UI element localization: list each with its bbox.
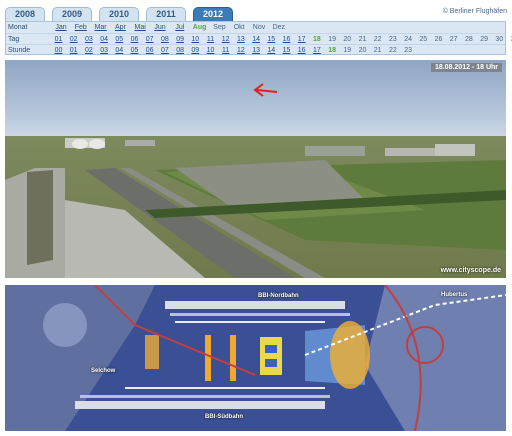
- hour-15[interactable]: 15: [279, 45, 294, 56]
- hour-23: 23: [404, 47, 412, 54]
- hour-06[interactable]: 06: [142, 45, 157, 56]
- label-south-runway: BBI-Südbahn: [205, 414, 243, 420]
- month-jul[interactable]: Jul: [170, 22, 190, 33]
- hour-16[interactable]: 16: [294, 45, 309, 56]
- webcam-credit: www.cityscope.de: [440, 267, 501, 274]
- hour-07[interactable]: 07: [157, 45, 172, 56]
- hour-17[interactable]: 17: [309, 45, 324, 56]
- tab-year-2008[interactable]: 2008: [5, 7, 45, 21]
- month-jan[interactable]: Jan: [51, 22, 71, 33]
- hour-20: 20: [358, 47, 367, 54]
- hour-01[interactable]: 01: [66, 45, 81, 56]
- date-selector-grid: Monat Jan Feb Mar Apr Mai Jun Jul Aug Sep Okt Nov D…: [5, 21, 512, 56]
- hour-10[interactable]: 10: [203, 45, 218, 56]
- month-feb[interactable]: Feb: [71, 22, 91, 33]
- tab-year-2010[interactable]: 2010: [99, 7, 139, 21]
- label-town-hubertus: Hubertus: [441, 292, 468, 298]
- hour-00[interactable]: 00: [51, 45, 66, 56]
- hour-03[interactable]: 03: [97, 45, 112, 56]
- webcam-timestamp: 18.08.2012 - 18 Uhr: [430, 63, 502, 72]
- copyright-notice: © Berliner Flughäfen: [442, 8, 507, 15]
- hour-22: 22: [388, 47, 397, 54]
- hour-row: Stunde 00 01 02 03 04 05 06 07 08 09 10 11 12 13 14 15 1…: [6, 44, 505, 56]
- hour-02[interactable]: 02: [81, 45, 96, 56]
- hour-14[interactable]: 14: [264, 45, 279, 56]
- hour-19: 19: [343, 47, 352, 54]
- month-jun[interactable]: Jun: [150, 22, 170, 33]
- hour-09[interactable]: 09: [188, 45, 203, 56]
- label-town-selchow: Selchow: [91, 368, 116, 374]
- tab-year-2009[interactable]: 2009: [52, 7, 92, 21]
- tab-year-2012[interactable]: 2012: [193, 7, 233, 21]
- month-apr[interactable]: Apr: [110, 22, 130, 33]
- month-mar[interactable]: Mar: [91, 22, 111, 33]
- webcam-image: 18.08.2012 - 18 Uhr www.cityscope.de: [5, 60, 506, 278]
- hour-13[interactable]: 13: [249, 45, 264, 56]
- webcam-scene: [5, 60, 506, 278]
- month-sep: Sep: [213, 24, 226, 31]
- month-dez: Dez: [272, 24, 286, 31]
- month-aug: Aug: [192, 24, 207, 31]
- hour-12[interactable]: 12: [233, 45, 248, 56]
- month-mai[interactable]: Mai: [130, 22, 150, 33]
- row-label-month: Monat: [8, 24, 28, 31]
- hour-08[interactable]: 08: [173, 45, 188, 56]
- tab-year-2011[interactable]: 2011: [146, 7, 186, 21]
- row-label-hour: Stunde: [8, 47, 31, 54]
- month-nov: Nov: [252, 24, 266, 31]
- airport-map-graphic: [5, 285, 506, 431]
- hour-18: 18: [328, 47, 336, 54]
- hour-04[interactable]: 04: [112, 45, 127, 56]
- month-row: Monat Jan Feb Mar Apr Mai Jun Jul Aug Sep Okt Nov D…: [6, 22, 505, 33]
- airport-map-image: BBI-Nordbahn BBI-Südbahn Selchow Hubertu…: [5, 285, 506, 431]
- label-north-runway: BBI-Nordbahn: [258, 293, 299, 299]
- hour-21: 21: [373, 47, 382, 54]
- month-okt: Okt: [233, 24, 245, 31]
- hour-11[interactable]: 11: [218, 45, 233, 56]
- hour-05[interactable]: 05: [127, 45, 142, 56]
- day-31: 31: [507, 34, 512, 45]
